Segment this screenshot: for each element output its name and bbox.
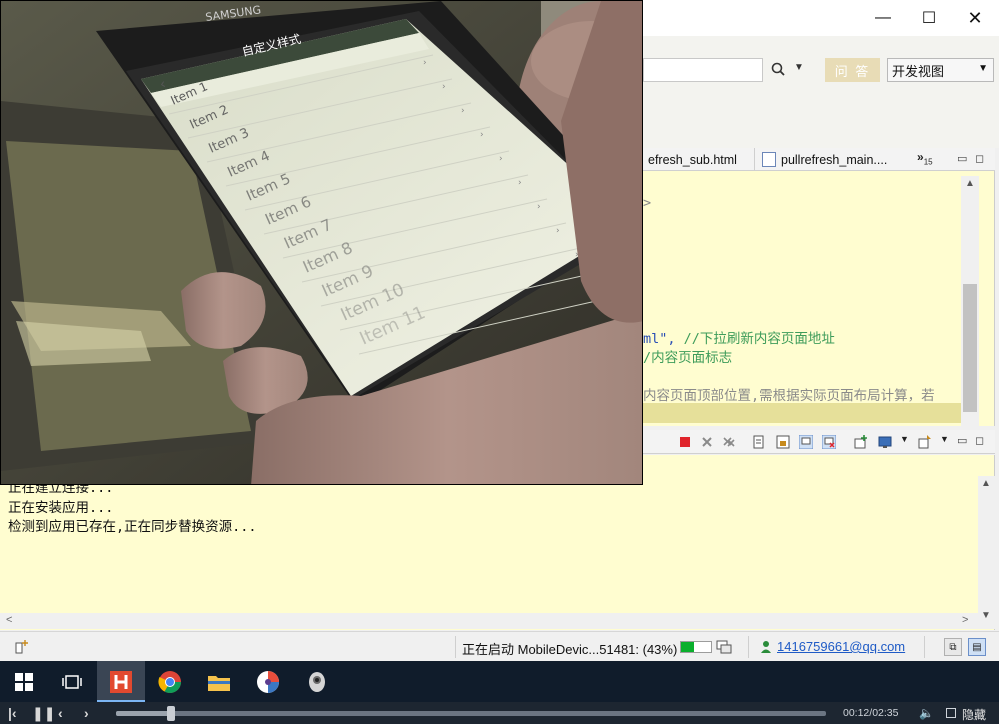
console-horizontal-scrollbar[interactable]: < > (0, 613, 978, 629)
console-view-icon[interactable]: ▤ (968, 638, 986, 656)
current-line-highlight (643, 403, 961, 423)
maximize-button[interactable]: ☐ (906, 4, 952, 32)
skip-back-icon[interactable]: |‹ (8, 705, 17, 721)
seek-handle[interactable] (166, 706, 175, 721)
scroll-up-icon[interactable]: ▲ (965, 178, 975, 189)
scrollbar-thumb[interactable] (963, 284, 977, 412)
minimize-panel-icon[interactable]: ▭ (957, 434, 967, 447)
open-console-icon[interactable] (878, 435, 892, 449)
maximize-panel-icon[interactable]: ◻ (975, 152, 984, 165)
user-icon (761, 641, 771, 653)
hide-checkbox[interactable] (946, 708, 956, 718)
video-player-controls: |‹ ❚❚ ‹ › 00:12/02:35 🔈 隐藏 (0, 702, 999, 724)
chevron-right-icon: › (442, 82, 446, 92)
search-input[interactable] (643, 58, 763, 82)
minimize-button[interactable]: — (860, 4, 906, 32)
tab-pullrefresh-main[interactable]: pullrefresh_main.... (758, 148, 910, 171)
user-account-link[interactable]: 1416759661@qq.com (777, 639, 905, 654)
remove-launch-icon[interactable] (700, 435, 714, 449)
progress-view-icon[interactable] (716, 640, 732, 654)
chevron-down-icon[interactable]: ▼ (794, 62, 804, 73)
pin-console-icon[interactable] (799, 435, 813, 449)
qa-button[interactable]: 问 答 (825, 58, 880, 82)
camera-app-icon[interactable] (293, 661, 341, 702)
chevron-right-icon: › (461, 106, 465, 116)
hide-label: 隐藏 (962, 708, 987, 722)
tab-label: efresh_sub.html (648, 152, 737, 167)
view-select[interactable]: 开发视图 ▼ (887, 58, 994, 82)
code-comment: 内容页面顶部位置,需根据实际页面布局计算，若 (643, 388, 935, 404)
status-separator (924, 636, 925, 658)
chevron-down-icon[interactable]: ▼ (940, 434, 954, 448)
console-line: 正在安装应用... (8, 500, 114, 516)
status-separator (455, 636, 456, 658)
code-comment: //下拉刷新内容页面地址 (683, 331, 835, 347)
new-item-icon[interactable] (14, 639, 30, 655)
windows-taskbar (0, 661, 999, 702)
progress-fill (681, 642, 694, 652)
seek-played (116, 711, 171, 716)
minimize-panel-icon[interactable]: ▭ (957, 152, 967, 165)
stop-icon[interactable] (678, 435, 692, 449)
scroll-left-icon[interactable]: < (6, 614, 12, 626)
playback-time: 00:12/02:35 (843, 707, 899, 719)
display-selected-console-icon[interactable] (822, 435, 836, 449)
search-icon[interactable] (770, 61, 788, 79)
chevron-right-icon: › (518, 178, 522, 188)
chrome-icon[interactable] (146, 661, 194, 702)
next-icon[interactable]: › (84, 705, 89, 721)
file-explorer-icon[interactable] (195, 661, 243, 702)
code-line: > (643, 195, 652, 211)
tab-overflow-button[interactable]: »15 (917, 150, 933, 166)
scroll-right-icon[interactable]: > (962, 614, 968, 626)
previous-icon[interactable]: ‹ (58, 705, 63, 721)
maximize-panel-icon[interactable]: ◻ (975, 434, 984, 447)
camera-feed: 自定义样式 SAMSUNG ‹ Item 1›Item 2›Item 3›Ite… (1, 1, 642, 484)
scroll-down-icon[interactable]: ▼ (981, 610, 991, 621)
tab-overflow-count: 15 (923, 157, 933, 167)
launch-status-text: 正在启动 MobileDevic...51481: (43%) (462, 642, 678, 657)
chevron-right-icon: › (423, 58, 427, 68)
html-file-icon (762, 152, 776, 167)
console-vertical-scrollbar[interactable]: ▲ ▼ (978, 476, 995, 629)
hbuilder-icon[interactable] (97, 661, 145, 702)
scroll-up-icon[interactable]: ▲ (981, 478, 991, 489)
close-button[interactable]: ✕ (952, 4, 998, 32)
chevron-down-icon: ▼ (978, 63, 988, 74)
scroll-lock-icon[interactable] (776, 435, 790, 449)
chevron-right-icon: › (480, 130, 484, 140)
code-string: ml", (643, 331, 676, 347)
tab-refresh-sub[interactable]: efresh_sub.html (643, 148, 755, 171)
task-view-icon[interactable] (48, 661, 96, 702)
overflow-icon: » (917, 150, 924, 164)
remove-all-icon[interactable] (722, 435, 736, 449)
clear-console-icon[interactable] (752, 435, 766, 449)
status-bar: 正在启动 MobileDevic...51481: (43%) 14167596… (0, 631, 999, 661)
editor-vertical-scrollbar[interactable]: ▲ (961, 176, 979, 426)
pin-icon[interactable] (918, 435, 932, 449)
windows-start-icon[interactable] (0, 661, 48, 702)
chevron-right-icon: › (556, 226, 560, 236)
view-select-value: 开发视图 (892, 63, 945, 79)
chevron-right-icon: › (499, 154, 503, 164)
status-separator (748, 636, 749, 658)
camera-video-overlay: 自定义样式 SAMSUNG ‹ Item 1 › Item 2 › Item 3 › Ite… (0, 0, 643, 485)
app-icon[interactable] (244, 661, 292, 702)
code-line: ml", //下拉刷新内容页面地址 (643, 327, 835, 347)
seek-bar[interactable] (116, 706, 826, 721)
restore-view-icon[interactable]: ⧉ (944, 638, 962, 656)
pause-icon[interactable]: ❚❚ (32, 705, 55, 722)
tab-label: pullrefresh_main.... (781, 152, 888, 167)
console-line: 检测到应用已存在,正在同步替换资源... (8, 519, 257, 535)
chevron-down-icon[interactable]: ▼ (900, 434, 914, 448)
volume-icon[interactable]: 🔈 (919, 706, 934, 720)
launch-progress-bar (680, 641, 712, 653)
chevron-right-icon: › (537, 202, 541, 212)
code-comment: /内容页面标志 (643, 350, 733, 366)
new-console-icon[interactable] (854, 435, 868, 449)
